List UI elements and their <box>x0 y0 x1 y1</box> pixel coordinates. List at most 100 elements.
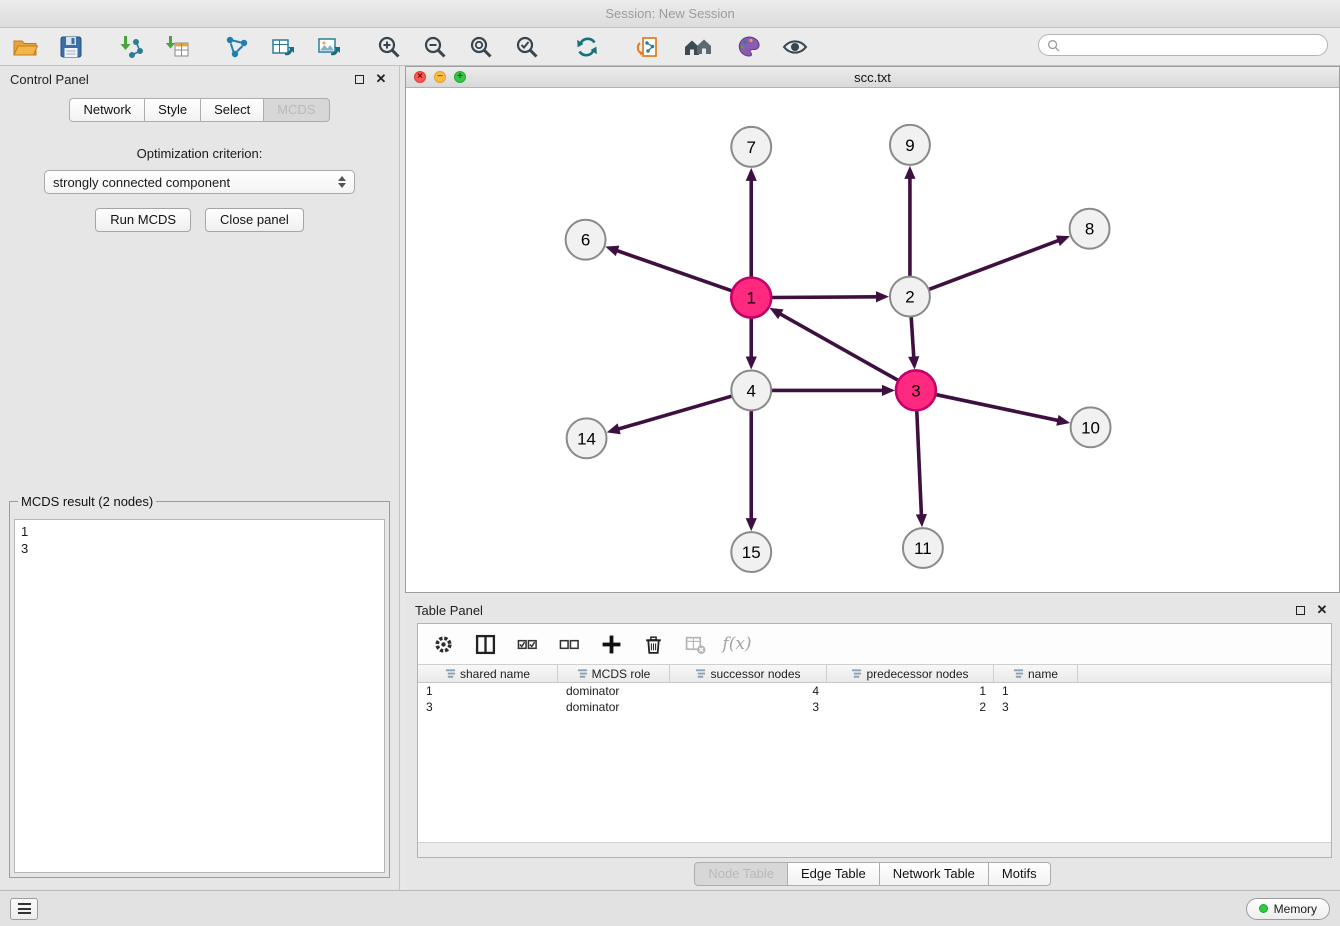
svg-text:10: 10 <box>1081 418 1100 437</box>
select-all-icon[interactable] <box>516 633 538 655</box>
network-share-button[interactable] <box>222 32 252 62</box>
show-hide-button[interactable] <box>780 32 810 62</box>
network-graph[interactable]: 7 9 6 8 1 2 4 3 14 10 15 11 <box>406 88 1339 592</box>
table-cell[interactable]: 3 <box>418 700 558 714</box>
import-table-button[interactable] <box>162 32 192 62</box>
graph-node-6[interactable]: 6 <box>566 220 606 260</box>
graph-node-10[interactable]: 10 <box>1071 407 1111 447</box>
search-input[interactable] <box>1065 38 1319 52</box>
zoom-window-icon[interactable]: + <box>454 71 466 83</box>
delete-table-icon <box>684 633 706 655</box>
graph-node-8[interactable]: 8 <box>1070 209 1110 249</box>
task-list-icon <box>18 903 31 914</box>
close-table-panel-icon[interactable]: ✕ <box>1314 602 1330 618</box>
table-row-1[interactable]: 3dominator323 <box>418 699 1331 715</box>
graph-edge-1-6[interactable] <box>615 250 732 291</box>
mcds-result-list[interactable]: 13 <box>14 519 385 873</box>
graph-node-11[interactable]: 11 <box>903 528 943 568</box>
split-panel-icon[interactable] <box>474 633 496 655</box>
tab-edge-table[interactable]: Edge Table <box>787 862 880 886</box>
graph-edge-3-1[interactable] <box>778 313 897 380</box>
style-palette-icon <box>736 34 762 60</box>
graph-node-15[interactable]: 15 <box>731 532 771 572</box>
graph-node-1[interactable]: 1 <box>731 278 771 318</box>
tab-style[interactable]: Style <box>144 98 201 122</box>
tab-select[interactable]: Select <box>200 98 264 122</box>
open-folder-icon <box>12 34 38 60</box>
zoom-in-button[interactable] <box>374 32 404 62</box>
graph-edge-3-11[interactable] <box>917 411 922 517</box>
column-header-MCDS-role[interactable]: MCDS role <box>558 665 670 682</box>
table-cell[interactable]: 1 <box>418 684 558 698</box>
tab-motifs[interactable]: Motifs <box>988 862 1051 886</box>
close-window-icon[interactable]: × <box>414 71 426 83</box>
deselect-all-icon[interactable] <box>558 633 580 655</box>
graph-node-9[interactable]: 9 <box>890 125 930 165</box>
graph-node-4[interactable]: 4 <box>731 370 771 410</box>
run-mcds-button[interactable]: Run MCDS <box>95 208 191 232</box>
graph-edge-2-8[interactable] <box>929 240 1060 290</box>
column-header-successor-nodes[interactable]: successor nodes <box>670 665 827 682</box>
add-column-icon[interactable] <box>600 633 622 655</box>
export-image-button[interactable] <box>314 32 344 62</box>
graph-edge-1-2[interactable] <box>772 297 879 298</box>
graph-node-14[interactable]: 14 <box>567 418 607 458</box>
table-cell[interactable]: 1 <box>994 684 1078 698</box>
window-titlebar: Session: New Session <box>0 0 1340 28</box>
minimize-window-icon[interactable]: − <box>434 71 446 83</box>
memory-button[interactable]: Memory <box>1246 898 1330 920</box>
tab-network[interactable]: Network <box>69 98 145 122</box>
save-session-button[interactable] <box>56 32 86 62</box>
column-type-icon <box>445 668 456 679</box>
import-network-button[interactable] <box>116 32 146 62</box>
float-table-panel-icon[interactable] <box>1292 602 1308 618</box>
close-panel-button[interactable]: Close panel <box>205 208 304 232</box>
style-palette-button[interactable] <box>734 32 764 62</box>
column-header-predecessor-nodes[interactable]: predecessor nodes <box>827 665 994 682</box>
zoom-selected-button[interactable] <box>512 32 542 62</box>
table-row-0[interactable]: 1dominator411 <box>418 683 1331 699</box>
column-header-label: successor nodes <box>710 667 800 681</box>
column-header-name[interactable]: name <box>994 665 1078 682</box>
graph-edge-4-14[interactable] <box>616 396 731 429</box>
table-body[interactable]: 1dominator4113dominator323 <box>418 683 1331 842</box>
float-panel-icon[interactable] <box>351 71 367 87</box>
network-window-titlebar[interactable]: ×−+ scc.txt <box>406 67 1339 88</box>
criterion-dropdown[interactable]: strongly connected component <box>44 170 355 194</box>
export-table-button[interactable] <box>268 32 298 62</box>
graph-node-7[interactable]: 7 <box>731 127 771 167</box>
search-box[interactable] <box>1038 34 1328 56</box>
svg-text:15: 15 <box>742 543 761 562</box>
tab-node-table[interactable]: Node Table <box>694 862 788 886</box>
open-file-button[interactable] <box>10 32 40 62</box>
table-cell[interactable]: 3 <box>670 700 827 714</box>
zoom-out-button[interactable] <box>420 32 450 62</box>
table-cell[interactable]: dominator <box>558 684 670 698</box>
column-header-shared-name[interactable]: shared name <box>418 665 558 682</box>
table-cell[interactable]: dominator <box>558 700 670 714</box>
graph-edge-3-10[interactable] <box>936 395 1060 421</box>
settings-gear-icon[interactable] <box>432 633 454 655</box>
graph-edge-2-3[interactable] <box>911 318 914 360</box>
refresh-view-button[interactable] <box>572 32 602 62</box>
graph-node-3[interactable]: 3 <box>896 370 936 410</box>
home-button[interactable] <box>678 32 718 62</box>
graph-node-2[interactable]: 2 <box>890 277 930 317</box>
delete-column-icon[interactable] <box>642 633 664 655</box>
table-cell[interactable]: 1 <box>827 684 994 698</box>
task-history-button[interactable] <box>10 898 38 920</box>
table-horizontal-scrollbar[interactable] <box>418 842 1331 857</box>
zoom-fit-button[interactable] <box>466 32 496 62</box>
graph-edge-arrowhead <box>882 385 895 396</box>
table-cell[interactable]: 2 <box>827 700 994 714</box>
tab-mcds[interactable]: MCDS <box>263 98 329 122</box>
close-panel-icon[interactable]: ✕ <box>373 71 389 87</box>
table-cell[interactable]: 3 <box>994 700 1078 714</box>
tab-network-table[interactable]: Network Table <box>879 862 989 886</box>
svg-text:9: 9 <box>905 136 914 155</box>
document-network-button[interactable] <box>632 32 662 62</box>
network-window-title: scc.txt <box>406 70 1339 85</box>
graph-edge-arrowhead <box>904 166 915 179</box>
network-canvas[interactable]: 7 9 6 8 1 2 4 3 14 10 15 11 <box>406 88 1339 592</box>
table-cell[interactable]: 4 <box>670 684 827 698</box>
